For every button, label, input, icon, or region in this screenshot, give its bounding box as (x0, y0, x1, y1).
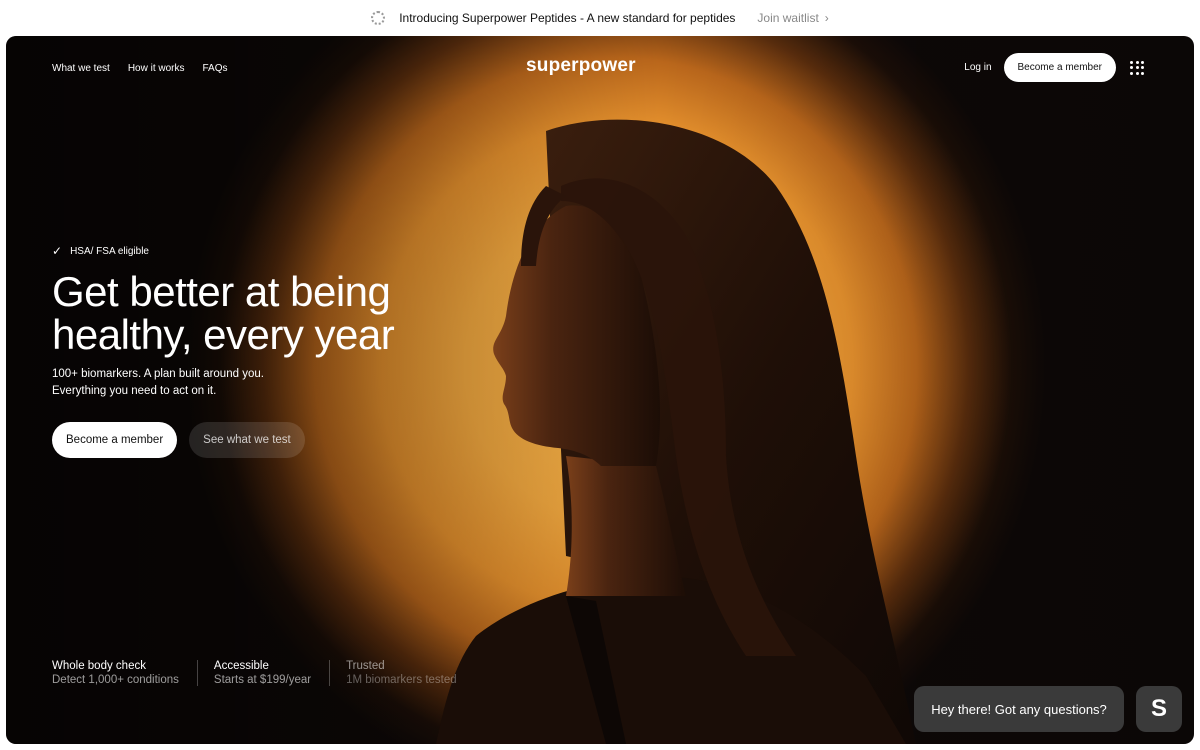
hero-subtext: 100+ biomarkers. A plan built around you… (52, 366, 394, 400)
chat-launcher-button[interactable]: S (1136, 686, 1182, 732)
see-what-we-test-button[interactable]: See what we test (189, 422, 305, 458)
superpower-logo[interactable]: superpower (526, 55, 636, 77)
nav-actions: Log in Become a member (964, 53, 1144, 82)
join-waitlist-label: Join waitlist (757, 11, 819, 25)
announcement-bar: Introducing Superpower Peptides - A new … (0, 0, 1200, 36)
hsa-badge-label: HSA/ FSA eligible (70, 245, 149, 257)
join-waitlist-link[interactable]: Join waitlist › (757, 11, 828, 25)
chevron-right-icon: › (824, 11, 829, 25)
loader-icon (371, 11, 386, 25)
stat-whole-body-check: Whole body check Detect 1,000+ condition… (52, 660, 198, 686)
hsa-badge: ✓ HSA/ FSA eligible (52, 244, 394, 258)
nav-link-how-it-works[interactable]: How it works (128, 63, 185, 74)
hero-copy: ✓ HSA/ FSA eligible Get better at being … (52, 244, 395, 458)
nav-links: What we test How it works FAQs (52, 63, 228, 74)
hero-section: What we test How it works FAQs superpowe… (6, 36, 1194, 744)
nav-link-faqs[interactable]: FAQs (203, 63, 228, 74)
hero-ctas: Become a member See what we test (52, 422, 394, 458)
stat-sub: Detect 1,000+ conditions (52, 674, 179, 686)
stat-sub: Starts at $199/year (213, 674, 312, 686)
top-navigation: What we test How it works FAQs superpowe… (6, 36, 1194, 100)
chat-logo-icon: S (1150, 695, 1167, 722)
hero-headline: Get better at being healthy, every year (52, 268, 395, 358)
chat-prompt-bubble[interactable]: Hey there! Got any questions? (914, 686, 1124, 732)
app-grid-menu-icon[interactable] (1130, 60, 1144, 75)
stat-sub: 1M biomarkers tested (346, 674, 457, 686)
become-member-button[interactable]: Become a member (52, 422, 178, 458)
stat-accessible: Accessible Starts at $199/year (213, 660, 331, 686)
subtext-line-1: 100+ biomarkers. A plan built around you… (52, 368, 264, 380)
stat-title: Whole body check (52, 660, 146, 672)
headline-line-2: healthy, every year (52, 311, 395, 358)
hero-stats: Whole body check Detect 1,000+ condition… (52, 660, 491, 686)
stat-title: Trusted (346, 660, 385, 672)
subtext-line-2: Everything you need to act on it. (52, 385, 217, 397)
checkmark-icon: ✓ (52, 244, 63, 258)
stat-trusted: Trusted 1M biomarkers tested (346, 660, 475, 686)
nav-link-what-we-test[interactable]: What we test (52, 63, 110, 74)
login-link[interactable]: Log in (964, 62, 991, 73)
headline-line-1: Get better at being (52, 268, 391, 315)
nav-become-member-button[interactable]: Become a member (1003, 53, 1116, 82)
stat-title: Accessible (213, 660, 269, 672)
announcement-message: Introducing Superpower Peptides - A new … (399, 11, 736, 25)
